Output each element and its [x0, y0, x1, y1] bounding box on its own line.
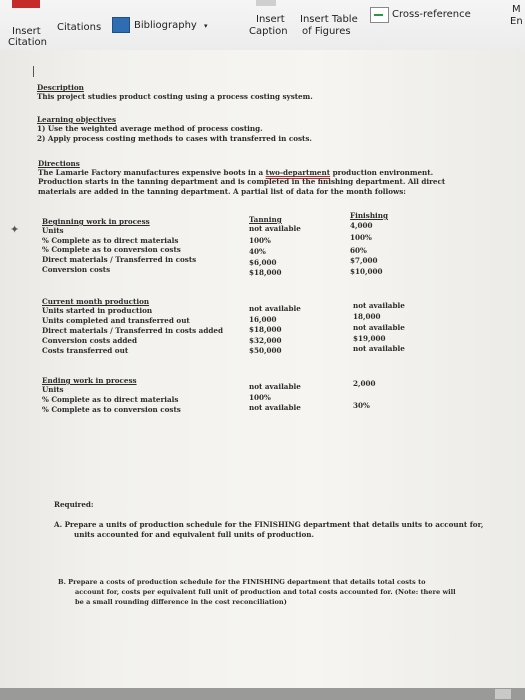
cmp-row-tanning: not available [249, 304, 301, 313]
status-bar [0, 688, 525, 700]
bwip-row-label: Units [42, 226, 64, 235]
insert-citation-button-label-2[interactable]: Citation [8, 37, 47, 49]
finishing-column-header: Finishing [350, 211, 389, 220]
bwip-row-label: % Complete as to conversion costs [42, 245, 181, 254]
caption-icon [256, 0, 276, 6]
cmp-row-tanning: $32,000 [249, 336, 282, 345]
chevron-down-icon: ▾ [204, 22, 208, 30]
cmp-heading: Current month production [42, 297, 150, 306]
bwip-row-finishing: 4,000 [350, 221, 373, 230]
bwip-row-tanning: 100% [249, 236, 271, 245]
cmp-row-label: Direct materials / Transferred in costs … [42, 326, 223, 335]
cmp-row-label: Costs transferred out [42, 346, 129, 355]
directions-line-3: materials are added in the tanning depar… [38, 187, 406, 196]
insert-citation-icon [12, 0, 40, 8]
bwip-row-tanning: not available [249, 224, 301, 233]
bibliography-icon [112, 17, 130, 33]
ewip-row-tanning: not available [249, 382, 301, 391]
insert-table-figures-label-1[interactable]: Insert Table [300, 14, 358, 26]
bwip-heading: Beginning work in process [42, 217, 150, 226]
cmp-row-label: Units started in production [42, 306, 153, 315]
directions-line-1: The Lamarie Factory manufactures expensi… [38, 168, 433, 177]
cmp-row-finishing: not available [353, 301, 405, 310]
directions-line-1-b: two-department [265, 168, 331, 177]
ewip-row-label: % Complete as to direct materials [42, 395, 179, 404]
citations-button[interactable]: Citations [57, 22, 101, 34]
word-ribbon: Insert Citation Citations Bibliography ▾… [0, 0, 525, 51]
ewip-row-tanning: not available [249, 403, 301, 412]
objective-1: 1) Use the weighted average method of pr… [37, 124, 263, 133]
cmp-row-label: Conversion costs added [42, 336, 137, 345]
cmp-row-label: Units completed and transferred out [42, 316, 190, 325]
cmp-row-finishing: not available [353, 323, 405, 332]
directions-heading: Directions [38, 159, 80, 168]
req-b-line-2: account for, costs per equivalent full u… [75, 588, 456, 596]
cmp-row-tanning: 16,000 [249, 315, 277, 324]
bwip-row-label: Conversion costs [42, 265, 111, 274]
bwip-row-label: % Complete as to direct materials [42, 236, 179, 245]
cross-reference-icon [370, 7, 389, 23]
ewip-row-finishing: 2,000 [353, 379, 376, 388]
view-toggle-icon[interactable] [495, 689, 511, 699]
directions-line-1-a: The Lamarie Factory manufactures expensi… [38, 168, 266, 177]
tanning-column-header: Tanning [249, 215, 282, 224]
bwip-row-label: Direct materials / Transferred in costs [42, 255, 197, 264]
description-heading: Description [37, 83, 84, 92]
cmp-row-tanning: $50,000 [249, 346, 282, 355]
description-text: This project studies product costing usi… [37, 92, 313, 101]
objectives-heading: Learning objectives [37, 115, 116, 124]
ewip-row-label: % Complete as to conversion costs [42, 405, 181, 414]
required-heading: Required: [54, 500, 94, 509]
ribbon-right-edge-label-2: En [510, 16, 523, 27]
insert-caption-label-1[interactable]: Insert [256, 14, 285, 26]
insert-caption-label-2[interactable]: Caption [249, 26, 288, 38]
bwip-row-finishing: $10,000 [350, 267, 383, 276]
req-b-line-3: be a small rounding difference in the co… [75, 598, 287, 606]
insert-table-figures-label-2[interactable]: of Figures [302, 26, 351, 38]
req-a-line-2: units accounted for and equivalent full … [74, 530, 314, 539]
pin-icon: ✦ [10, 223, 20, 236]
bwip-row-finishing: $7,000 [350, 256, 378, 265]
cmp-row-finishing: $19,000 [353, 334, 386, 343]
ribbon-right-edge-label-1: M [512, 4, 521, 15]
bwip-row-finishing: 100% [350, 233, 372, 242]
ewip-row-tanning: 100% [249, 393, 271, 402]
req-b-line-1: B. Prepare a costs of production schedul… [58, 578, 426, 586]
cross-reference-button[interactable]: Cross-reference [392, 9, 471, 21]
cmp-row-finishing: not available [353, 344, 405, 353]
bwip-row-finishing: 60% [350, 246, 367, 255]
ewip-row-finishing: 30% [353, 401, 370, 410]
ewip-row-label: Units [42, 385, 64, 394]
bwip-row-tanning: $6,000 [249, 258, 277, 267]
ewip-heading: Ending work in process [42, 376, 137, 385]
directions-line-2: Production starts in the tanning departm… [38, 177, 446, 186]
bibliography-dropdown[interactable]: Bibliography [134, 20, 197, 32]
bwip-row-tanning: $18,000 [249, 268, 282, 277]
objective-2: 2) Apply process costing methods to case… [37, 134, 312, 143]
cmp-row-tanning: $18,000 [249, 325, 282, 334]
text-cursor [33, 66, 34, 77]
directions-line-1-c: production environment. [330, 168, 434, 177]
req-a-line-1: A. Prepare a units of production schedul… [54, 520, 484, 529]
cmp-row-finishing: 18,000 [353, 312, 381, 321]
bwip-row-tanning: 40% [249, 247, 266, 256]
